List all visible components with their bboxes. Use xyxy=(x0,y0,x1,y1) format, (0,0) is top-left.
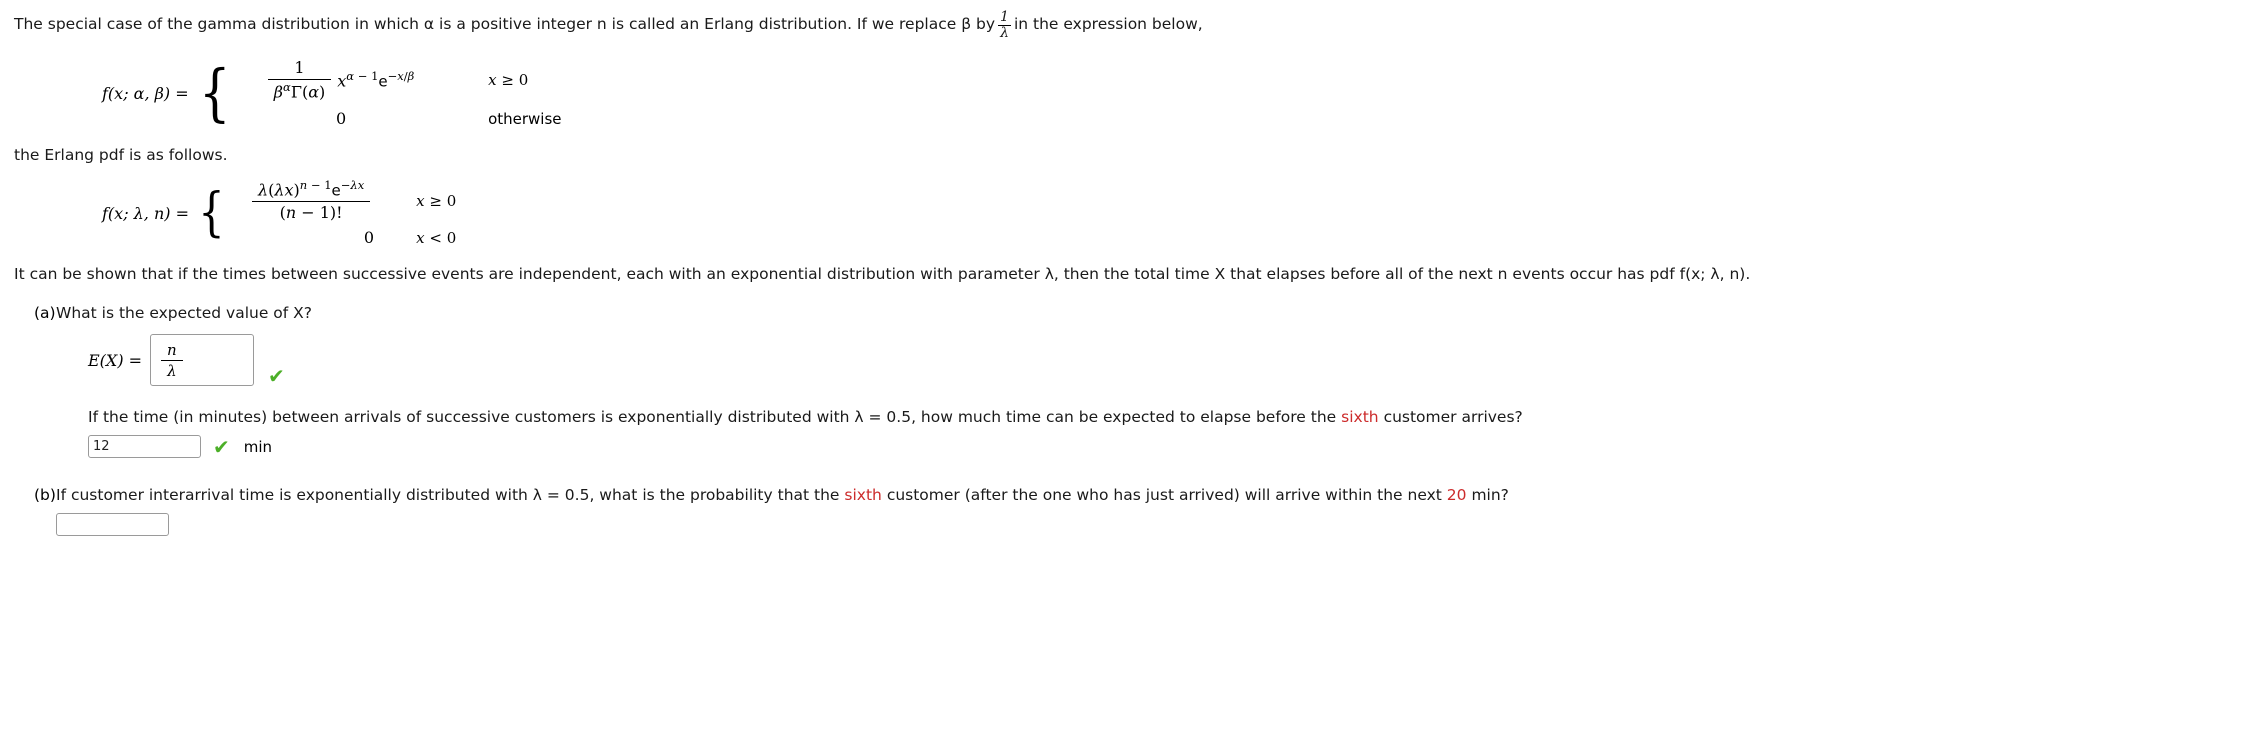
gamma-case-row-2: 0 otherwise xyxy=(236,109,562,128)
part-b-answer-row xyxy=(56,513,2230,537)
gamma-case-2-condition: otherwise xyxy=(488,109,562,128)
part-a-followup-unit: min xyxy=(243,437,273,456)
erlang-fraction-denominator: (n − 1)! xyxy=(251,200,371,222)
followup-text-1: If the time (in minutes) between arrival… xyxy=(88,408,1337,427)
gamma-fraction-numerator: 1 xyxy=(294,58,305,78)
erlang-equation-cases: λ(λx)n − 1e−λx (n − 1)! x ≥ 0 0 x < 0 xyxy=(230,178,457,247)
followup-highlight-sixth: sixth xyxy=(1341,408,1379,427)
problem-page: The special case of the gamma distributi… xyxy=(0,0,2244,537)
expected-value-label: E(X) = xyxy=(88,350,143,370)
checkmark-icon: ✔ xyxy=(213,434,230,459)
erlang-case-1-value: λ(λx)n − 1e−λx (n − 1)! xyxy=(230,178,392,222)
part-b-highlight-sixth: sixth xyxy=(844,486,882,505)
part-b-text-3: min? xyxy=(1471,486,1509,505)
gamma-fraction-denominator: βαΓ(α) xyxy=(267,78,332,102)
part-b-label: (b) xyxy=(34,486,56,505)
gamma-case-1-factor: xα − 1e−x/β xyxy=(337,69,415,91)
erlang-case-2-value: 0 xyxy=(230,228,392,247)
part-b-question: If customer interarrival time is exponen… xyxy=(56,486,2230,504)
erlang-case-2-condition: x < 0 xyxy=(416,228,457,247)
part-b: (b) If customer interarrival time is exp… xyxy=(14,486,2230,537)
checkmark-icon: ✔ xyxy=(268,364,285,389)
gamma-case-1-value: 1 βαΓ(α) xα − 1e−x/β xyxy=(236,58,446,101)
inline-fraction-one-over-lambda: 1λ xyxy=(998,10,1011,40)
gamma-case-row-1: 1 βαΓ(α) xα − 1e−x/β x ≥ 0 xyxy=(236,58,561,101)
inline-fraction-numerator: 1 xyxy=(1000,9,1009,25)
erlang-pdf-equation: f(x; λ, n) = { λ(λx)n − 1e−λx (n − 1)! x… xyxy=(102,178,2230,247)
answer-fraction-denominator: λ xyxy=(161,359,183,380)
answer-fraction-numerator: n xyxy=(167,340,177,359)
intro-text-before: The special case of the gamma distributi… xyxy=(14,15,996,33)
erlang-case-row-1: λ(λx)n − 1e−λx (n − 1)! x ≥ 0 xyxy=(230,178,457,222)
part-b-text-1: If customer interarrival time is exponen… xyxy=(56,486,840,505)
part-a-followup-answer-row: ✔ min xyxy=(88,434,2230,459)
part-a-followup-question: If the time (in minutes) between arrival… xyxy=(88,408,2230,426)
part-a-answer-row: E(X) = n λ ✔ xyxy=(88,334,2230,389)
gamma-equation-brace: { xyxy=(198,55,231,129)
gamma-equation-lhs: f(x; α, β) = xyxy=(102,83,189,103)
erlang-case-row-2: 0 x < 0 xyxy=(230,228,456,247)
part-a-followup-input[interactable] xyxy=(88,435,201,459)
erlang-case-1-condition: x ≥ 0 xyxy=(416,191,457,210)
body-paragraph: It can be shown that if the times betwee… xyxy=(14,265,1751,284)
erlang-equation-brace: { xyxy=(198,183,225,244)
gamma-case-2-value: 0 xyxy=(236,109,446,128)
part-b-text-2: customer (after the one who has just arr… xyxy=(886,486,1442,505)
erlang-fraction-numerator: λ(λx)n − 1e−λx xyxy=(257,178,365,200)
expected-value-answer-box[interactable]: n λ xyxy=(150,334,255,387)
part-b-input[interactable] xyxy=(56,513,169,537)
followup-text-2: customer arrives? xyxy=(1383,408,1523,427)
part-a-label: (a) xyxy=(34,304,56,323)
gamma-case-2-zero: 0 xyxy=(335,109,347,129)
part-b-highlight-twenty: 20 xyxy=(1446,486,1467,505)
part-a: (a) What is the expected value of X? E(X… xyxy=(14,304,2230,459)
gamma-case-1-condition: x ≥ 0 xyxy=(488,70,529,89)
gamma-equation-cases: 1 βαΓ(α) xα − 1e−x/β x ≥ 0 0 otherwise xyxy=(236,58,562,128)
intro-paragraph: The special case of the gamma distributi… xyxy=(14,10,2230,40)
gamma-fraction: 1 βαΓ(α) xyxy=(267,58,332,102)
erlang-equation-lhs: f(x; λ, n) = xyxy=(102,203,190,223)
inline-fraction-denominator: λ xyxy=(998,24,1011,41)
erlang-fraction: λ(λx)n − 1e−λx (n − 1)! xyxy=(251,178,371,222)
answer-fraction: n λ xyxy=(161,341,183,380)
intro-text-after: in the expression below, xyxy=(1013,15,1203,33)
middle-text: the Erlang pdf is as follows. xyxy=(14,146,228,165)
gamma-pdf-equation: f(x; α, β) = { 1 βαΓ(α) xα − 1e−x/β x ≥ … xyxy=(102,58,2230,128)
part-a-question: What is the expected value of X? xyxy=(56,304,313,323)
erlang-case-2-zero: 0 xyxy=(363,228,375,248)
